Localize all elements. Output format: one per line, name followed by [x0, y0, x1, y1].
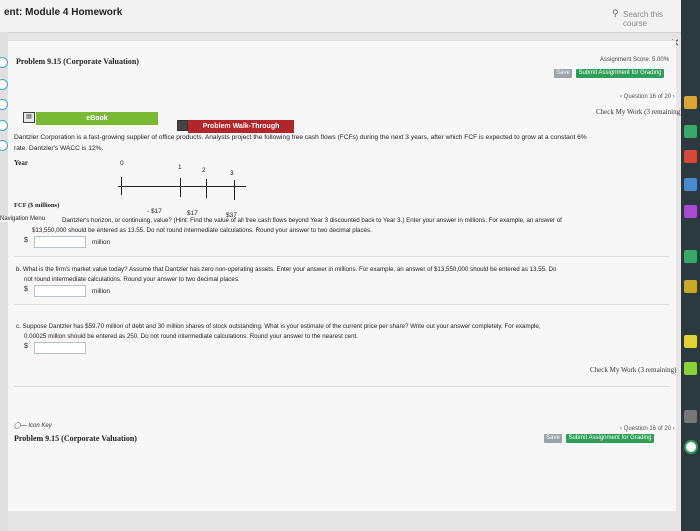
right-dock	[681, 0, 700, 531]
fcf-label: FCF ($ millions)	[14, 202, 60, 209]
year-tick: 3	[230, 170, 234, 177]
ebook-button[interactable]: eBook	[36, 112, 158, 125]
divider	[14, 386, 669, 387]
page-title: ent: Module 4 Homework	[4, 7, 123, 18]
question-b-line: not round intermediate calculations. Rou…	[24, 276, 240, 283]
question-c-line: c. Suppose Dantzler has $59.70 million o…	[16, 323, 541, 330]
dock-app-icon[interactable]	[684, 335, 697, 348]
dock-app-icon[interactable]	[684, 250, 697, 263]
question-c-line: 0.00025 million should be entered as 250…	[24, 333, 358, 340]
navigation-menu-overlay[interactable]: Navigation Menu	[0, 216, 46, 222]
progress-node[interactable]	[0, 140, 8, 151]
problem-title: Problem 9.15 (Corporate Valuation)	[16, 57, 139, 66]
question-nav[interactable]: ‹ Question 16 of 20 ›	[620, 426, 675, 432]
progress-node[interactable]	[0, 57, 8, 68]
timeline-tick	[121, 177, 122, 195]
unit-label: million	[92, 239, 111, 246]
save-button[interactable]: Save	[544, 434, 562, 443]
year-tick: 0	[120, 160, 124, 167]
progress-node[interactable]	[0, 99, 8, 110]
search-placeholder: Search this course	[623, 10, 664, 28]
timeline-axis	[118, 186, 246, 187]
submit-button[interactable]: Submit Assignment for Grading	[576, 69, 664, 78]
dock-app-icon[interactable]	[684, 96, 697, 109]
icon-key-label: Icon Key	[28, 423, 52, 429]
progress-node[interactable]	[0, 120, 8, 131]
timeline-tick	[180, 178, 181, 197]
divider	[14, 256, 669, 257]
answer-b-input[interactable]	[34, 285, 86, 297]
walkthrough-icon	[177, 120, 188, 131]
intro-line: rate. Dantzler's WACC is 12%.	[14, 145, 104, 152]
question-b-line: b. What is the firm's market value today…	[16, 266, 557, 273]
left-progress-strip	[0, 32, 8, 531]
icon-key-link[interactable]: ◯— Icon Key	[14, 422, 52, 429]
book-icon: ▤	[23, 112, 35, 123]
year-label: Year	[14, 159, 28, 167]
question-a-line: Dantzler's horizon, or continuing, value…	[62, 217, 562, 224]
question-a-line: $13,550,000 should be entered as 13.55. …	[32, 227, 372, 234]
year-tick: 1	[178, 164, 182, 171]
dock-app-icon[interactable]	[684, 410, 697, 423]
top-bar: ent: Module 4 Homework ⚲ Search this cou…	[0, 0, 700, 33]
check-my-work-link[interactable]: Check My Work (3 remaining)	[590, 366, 676, 374]
dock-app-icon[interactable]	[684, 440, 698, 454]
search-icon: ⚲	[612, 8, 619, 18]
save-button[interactable]: Save	[554, 69, 572, 78]
dock-app-icon[interactable]	[684, 362, 697, 375]
submit-button[interactable]: Submit Assignment for Grading	[566, 434, 654, 443]
search-box[interactable]: ⚲ Search this course	[612, 8, 676, 28]
problem-title-footer: Problem 9.15 (Corporate Valuation)	[14, 434, 137, 443]
dock-app-icon[interactable]	[684, 150, 697, 163]
year-tick: 2	[202, 167, 206, 174]
progress-node[interactable]	[0, 79, 8, 90]
intro-line: Dantzler Corporation is a fast-growing s…	[14, 134, 587, 141]
question-nav[interactable]: ‹ Question 16 of 20 ›	[620, 94, 675, 100]
divider	[14, 304, 669, 305]
assignment-score: Assignment Score: 5.00%	[600, 57, 670, 63]
dock-app-icon[interactable]	[684, 178, 697, 191]
answer-a-input[interactable]	[34, 236, 86, 248]
dock-app-icon[interactable]	[684, 125, 697, 138]
answer-c-input[interactable]	[34, 342, 86, 354]
currency-symbol: $	[24, 286, 28, 293]
timeline-tick	[234, 180, 235, 200]
currency-symbol: $	[24, 237, 28, 244]
timeline-tick	[206, 179, 207, 198]
dock-app-icon[interactable]	[684, 280, 697, 293]
check-my-work-link[interactable]: Check My Work (3 remaining)	[596, 108, 682, 116]
problem-intro: Dantzler Corporation is a fast-growing s…	[14, 132, 684, 154]
unit-label: million	[92, 288, 111, 295]
currency-symbol: $	[24, 343, 28, 350]
fcf-value: - $17	[147, 208, 162, 215]
dock-app-icon[interactable]	[684, 205, 697, 218]
key-icon: ◯—	[14, 423, 27, 429]
